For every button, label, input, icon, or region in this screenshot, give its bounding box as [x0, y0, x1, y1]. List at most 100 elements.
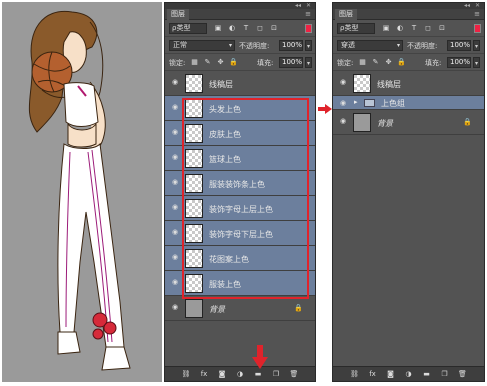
filter-row: ρ类型 ▣ ◐ T ◻ ⊡: [165, 20, 315, 37]
eye-icon[interactable]: ◉: [170, 104, 180, 111]
shape-filter-icon[interactable]: ◻: [423, 23, 433, 33]
folder-icon[interactable]: ▬: [253, 369, 263, 379]
opacity-field[interactable]: 100%: [447, 40, 471, 51]
smart-object-filter-icon[interactable]: ⊡: [437, 23, 447, 33]
adjustment-icon[interactable]: ◑: [404, 369, 414, 379]
adjustment-filter-icon[interactable]: ◐: [395, 23, 405, 33]
filter-type-select[interactable]: ρ类型: [337, 23, 375, 34]
layer-row[interactable]: ◉ 装饰字母上层上色: [165, 196, 315, 221]
filter-toggle[interactable]: [474, 24, 481, 33]
filter-toggle[interactable]: [305, 24, 312, 33]
trash-icon[interactable]: 🗑: [289, 369, 299, 379]
layer-name: 头发上色: [209, 105, 241, 114]
opacity-dropdown-icon[interactable]: ▾: [305, 40, 312, 51]
eye-icon[interactable]: ◉: [338, 79, 348, 86]
layer-thumbnail: [185, 299, 203, 318]
fill-field[interactable]: 100%: [279, 57, 303, 68]
layer-name: 背景: [377, 119, 393, 128]
eye-icon[interactable]: ◉: [170, 154, 180, 161]
layer-row[interactable]: ◉ 花图案上色: [165, 246, 315, 271]
eye-icon[interactable]: ◉: [170, 254, 180, 261]
lock-all-icon[interactable]: 🔒: [229, 57, 238, 67]
layer-name: 服装装饰条上色: [209, 180, 265, 189]
image-filter-icon[interactable]: ▣: [381, 23, 391, 33]
layer-row[interactable]: ◉ 篮球上色: [165, 146, 315, 171]
fill-label: 填充:: [257, 59, 274, 67]
lock-position-icon[interactable]: ✥: [384, 57, 393, 67]
eye-icon[interactable]: ◉: [170, 229, 180, 236]
layers-panel-after: ◂◂ ✕ 图层 ≡ ρ类型 ▣ ◐ T ◻ ⊡ 穿透 ▾ 不透明度: 100% …: [332, 2, 485, 382]
collapse-icon[interactable]: ◂◂: [464, 3, 470, 9]
tab-layers[interactable]: 图层: [167, 9, 189, 20]
layer-name: 装饰字母上层上色: [209, 205, 273, 214]
new-layer-icon[interactable]: ❐: [440, 369, 450, 379]
opacity-dropdown-icon[interactable]: ▾: [473, 40, 480, 51]
eye-icon[interactable]: ◉: [170, 179, 180, 186]
lock-pixels-icon[interactable]: ✎: [371, 57, 380, 67]
eye-icon[interactable]: ◉: [170, 279, 180, 286]
filter-row: ρ类型 ▣ ◐ T ◻ ⊡: [333, 20, 484, 37]
eye-icon[interactable]: ◉: [170, 204, 180, 211]
layer-row[interactable]: ◉ 皮肤上色: [165, 121, 315, 146]
layers-panel-before: ◂◂ ✕ 图层 ≡ ρ类型 ▣ ◐ T ◻ ⊡ 正常 ▾ 不透明度: 100% …: [164, 2, 316, 382]
close-icon[interactable]: ✕: [475, 3, 480, 9]
fill-field[interactable]: 100%: [447, 57, 471, 68]
blend-row: 正常 ▾ 不透明度: 100% ▾: [165, 37, 315, 54]
layer-line-art[interactable]: ◉ 线稿层: [333, 71, 484, 96]
layer-row[interactable]: ◉ 头发上色: [165, 96, 315, 121]
smart-object-filter-icon[interactable]: ⊡: [269, 23, 279, 33]
layer-row[interactable]: ◉ 装饰字母下层上色: [165, 221, 315, 246]
layer-thumbnail: [185, 124, 203, 143]
type-filter-icon[interactable]: T: [241, 23, 251, 33]
layer-thumbnail: [185, 274, 203, 293]
blend-mode-select[interactable]: 正常 ▾: [169, 40, 235, 51]
layer-thumbnail: [185, 224, 203, 243]
link-icon[interactable]: ⛓: [350, 369, 360, 379]
layer-background[interactable]: ◉ 背景 🔒: [333, 110, 484, 135]
document-canvas: [2, 2, 162, 382]
eye-icon[interactable]: ◉: [338, 118, 348, 125]
shape-filter-icon[interactable]: ◻: [255, 23, 265, 33]
folder-icon[interactable]: ▬: [422, 369, 432, 379]
layer-thumbnail: [185, 74, 203, 93]
fill-dropdown-icon[interactable]: ▾: [305, 57, 312, 68]
eye-icon[interactable]: ◉: [338, 100, 348, 107]
mask-icon[interactable]: ◙: [386, 369, 396, 379]
expand-triangle-icon[interactable]: ▸: [354, 98, 358, 106]
lock-pixels-icon[interactable]: ✎: [203, 57, 212, 67]
panel-menu-icon[interactable]: ≡: [305, 10, 311, 18]
lock-transparent-icon[interactable]: ▦: [190, 57, 199, 67]
filter-type-select[interactable]: ρ类型: [169, 23, 207, 34]
eye-icon[interactable]: ◉: [170, 129, 180, 136]
layer-group[interactable]: ◉ ▸ 上色组: [333, 96, 484, 110]
lock-all-icon[interactable]: 🔒: [397, 57, 406, 67]
eye-icon[interactable]: ◉: [170, 304, 180, 311]
collapse-icon[interactable]: ◂◂: [295, 3, 301, 9]
link-icon[interactable]: ⛓: [181, 369, 191, 379]
panel-menu-icon[interactable]: ≡: [474, 10, 480, 18]
group-name: 上色组: [381, 99, 405, 108]
eye-icon[interactable]: ◉: [170, 79, 180, 86]
lock-position-icon[interactable]: ✥: [216, 57, 225, 67]
opacity-field[interactable]: 100%: [279, 40, 303, 51]
blend-mode-select[interactable]: 穿透 ▾: [337, 40, 403, 51]
trash-icon[interactable]: 🗑: [458, 369, 468, 379]
layer-list: ◉ 线稿层 ◉ 头发上色 ◉ 皮肤上色 ◉ 篮球上色 ◉ 服装装饰条上色 ◉ 装饰字母上层上色 ◉ 装饰字…: [165, 71, 315, 296]
fill-dropdown-icon[interactable]: ▾: [473, 57, 480, 68]
close-icon[interactable]: ✕: [306, 3, 311, 9]
mask-icon[interactable]: ◙: [217, 369, 227, 379]
lock-transparent-icon[interactable]: ▦: [358, 57, 367, 67]
image-filter-icon[interactable]: ▣: [213, 23, 223, 33]
type-filter-icon[interactable]: T: [409, 23, 419, 33]
fx-icon[interactable]: fx: [199, 369, 209, 379]
layer-row[interactable]: ◉ 服装上色: [165, 271, 315, 296]
fx-icon[interactable]: fx: [368, 369, 378, 379]
layer-background[interactable]: ◉ 背景 🔒: [165, 296, 315, 321]
layer-row[interactable]: ◉ 服装装饰条上色: [165, 171, 315, 196]
tab-layers[interactable]: 图层: [335, 9, 357, 20]
new-layer-icon[interactable]: ❐: [271, 369, 281, 379]
layer-row[interactable]: ◉ 线稿层: [165, 71, 315, 96]
adjustment-filter-icon[interactable]: ◐: [227, 23, 237, 33]
adjustment-icon[interactable]: ◑: [235, 369, 245, 379]
lock-icon: 🔒: [294, 304, 303, 312]
